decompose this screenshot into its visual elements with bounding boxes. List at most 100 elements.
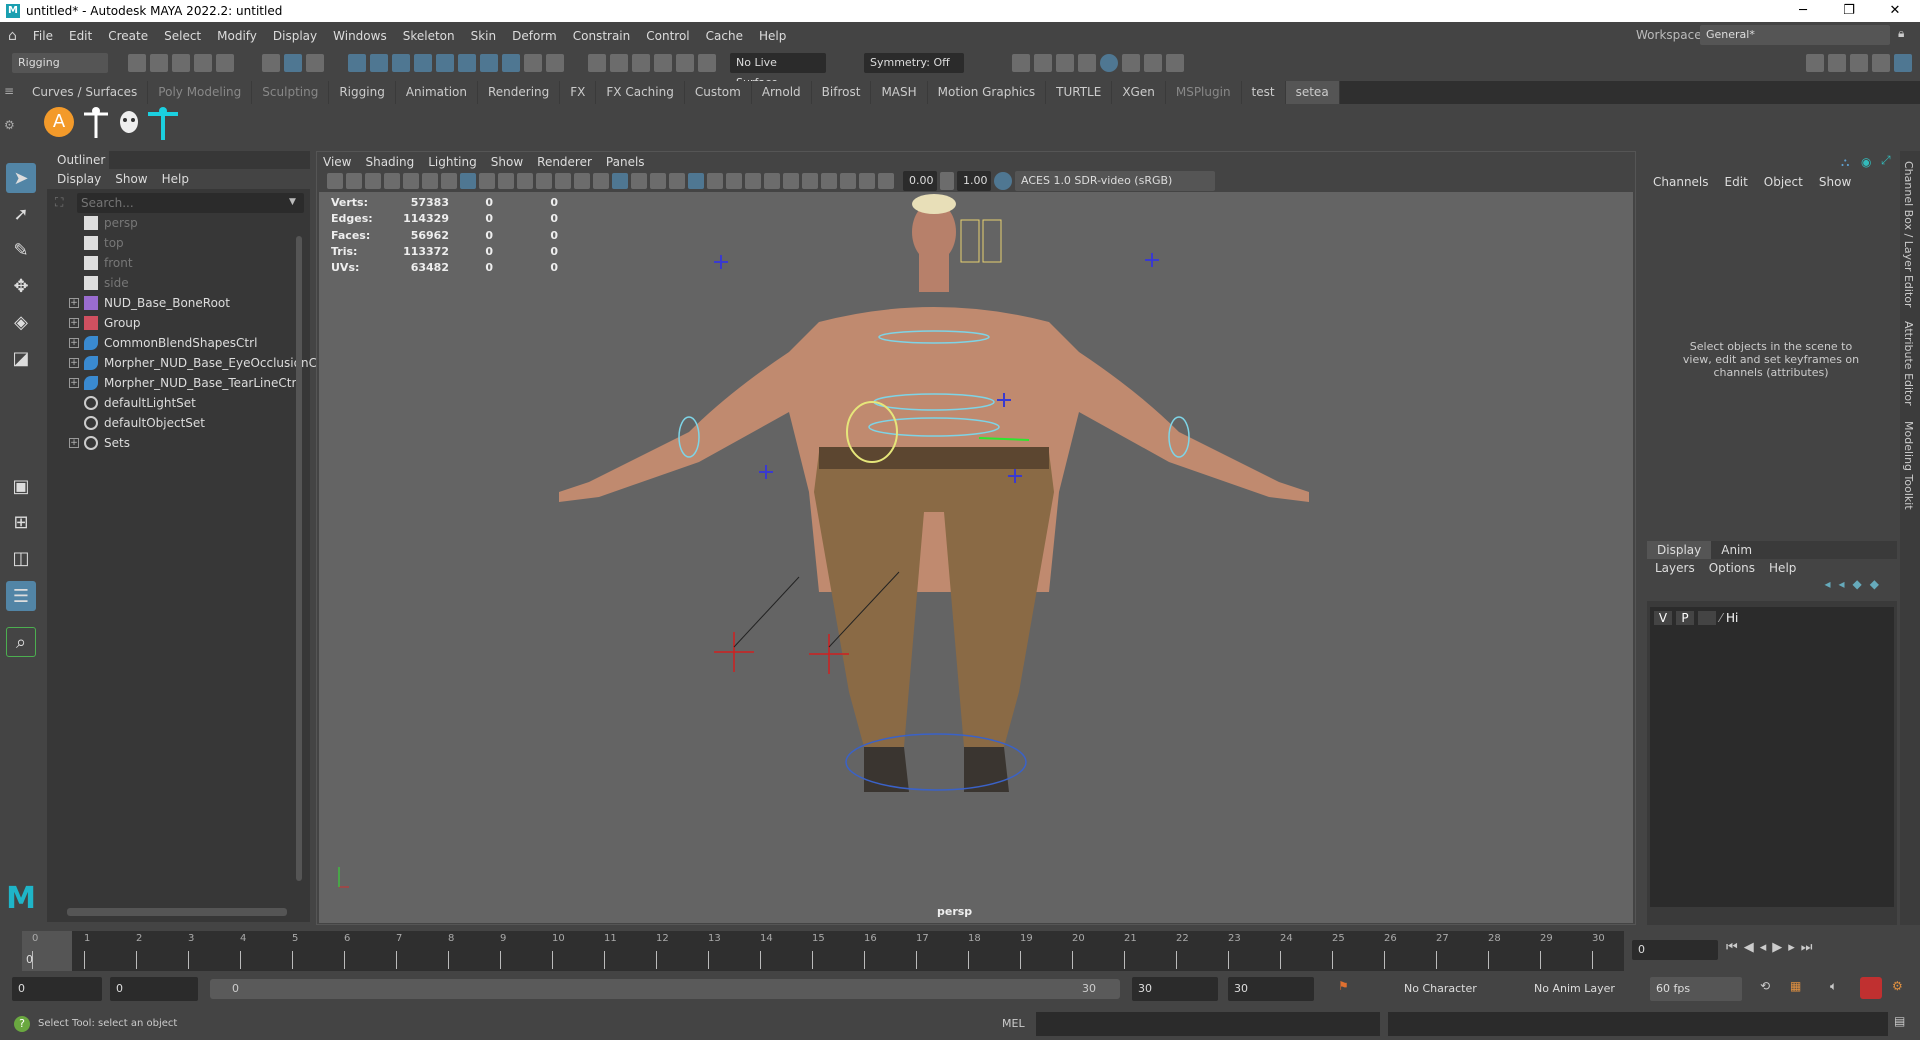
workspace-dropdown[interactable]: General* <box>1700 25 1890 45</box>
loop-icon[interactable]: ⟲ <box>1760 979 1770 993</box>
joint-icon[interactable] <box>146 106 180 140</box>
menu-select[interactable]: Select <box>156 29 209 43</box>
new-scene-icon[interactable] <box>128 54 146 72</box>
shelf-tab-poly-modeling[interactable]: Poly Modeling <box>148 81 253 104</box>
shelf-tab-custom[interactable]: Custom <box>684 81 752 104</box>
auto-key-icon[interactable]: ⚑ <box>1338 979 1349 993</box>
viewport-menu-renderer[interactable]: Renderer <box>537 154 592 170</box>
select-tool-icon[interactable]: ➤ <box>6 163 36 193</box>
move-tool-icon[interactable]: ✥ <box>6 271 36 301</box>
outliner-layout-icon[interactable]: ☰ <box>6 581 36 611</box>
open-scene-icon[interactable] <box>150 54 168 72</box>
wireframe-icon[interactable] <box>593 173 609 189</box>
viewport-menu-shading[interactable]: Shading <box>365 154 414 170</box>
expand-icon[interactable]: + <box>69 378 79 388</box>
home-icon[interactable]: ⌂ <box>8 28 17 44</box>
menuset-dropdown[interactable]: Rigging <box>12 53 108 73</box>
outliner-vertical-scrollbar[interactable] <box>296 236 302 881</box>
expand-icon[interactable]: + <box>69 318 79 328</box>
select-object-icon[interactable] <box>284 54 302 72</box>
color-management-toggle-icon[interactable] <box>994 172 1012 190</box>
preferences-icon[interactable]: ⚙ <box>1892 979 1903 993</box>
channel-box-icon[interactable] <box>1894 54 1912 72</box>
layer-tab-anim[interactable]: Anim <box>1711 541 1762 559</box>
snap-curve-icon[interactable] <box>370 54 388 72</box>
arnold-icon[interactable]: A <box>44 107 74 137</box>
shelf-tab-fx-caching[interactable]: FX Caching <box>596 81 685 104</box>
range-slider[interactable]: 0 30 <box>210 979 1120 999</box>
history-icon[interactable] <box>588 54 606 72</box>
shelf-settings-icon[interactable]: ⚙ <box>4 118 15 132</box>
menu-file[interactable]: File <box>25 29 61 43</box>
attribute-editor-icon[interactable] <box>1850 54 1868 72</box>
menu-deform[interactable]: Deform <box>504 29 565 43</box>
layer-type-toggle[interactable] <box>1698 611 1716 625</box>
menu-control[interactable]: Control <box>638 29 697 43</box>
human-ik-icon[interactable] <box>1828 54 1846 72</box>
shelf-tab-mash[interactable]: MASH <box>871 81 928 104</box>
side-tab-channel-box[interactable]: Channel Box / Layer Editor <box>1902 161 1915 308</box>
2d-pan-zoom-icon[interactable] <box>422 173 438 189</box>
anti-aliasing-icon[interactable] <box>745 173 761 189</box>
render-settings-icon[interactable] <box>1078 54 1096 72</box>
tool-settings-icon[interactable] <box>1872 54 1890 72</box>
shelf-tab-xgen[interactable]: XGen <box>1112 81 1166 104</box>
side-tab-attribute-editor[interactable]: Attribute Editor <box>1902 321 1915 406</box>
cache-icon[interactable]: ▦ <box>1790 979 1801 993</box>
paint-select-tool-icon[interactable]: ✎ <box>6 235 36 265</box>
menu-help[interactable]: Help <box>751 29 794 43</box>
menu-create[interactable]: Create <box>100 29 156 43</box>
save-scene-icon[interactable] <box>172 54 190 72</box>
field-chart-icon[interactable] <box>536 173 552 189</box>
shelf-tab-sculpting[interactable]: Sculpting <box>252 81 330 104</box>
bookmark-icon[interactable] <box>384 173 400 189</box>
skeleton-icon[interactable] <box>80 106 112 140</box>
time-editor-icon[interactable] <box>1860 977 1882 999</box>
render-current-icon[interactable] <box>1034 54 1052 72</box>
colorspace-dropdown[interactable]: ACES 1.0 SDR-video (sRGB) <box>1015 171 1215 191</box>
layer-buttons[interactable]: ◂◂◆◆ <box>1647 577 1897 601</box>
layer-help-menu[interactable]: Help <box>1769 561 1796 575</box>
lasso-tool-icon[interactable]: ➚ <box>6 199 36 229</box>
shadows-icon[interactable] <box>688 173 704 189</box>
channel-box-icon-3[interactable]: ⤢ <box>1881 153 1891 168</box>
smooth-shade-icon[interactable] <box>612 173 628 189</box>
expand-icon[interactable]: + <box>69 358 79 368</box>
minimize-button[interactable]: ─ <box>1780 0 1826 22</box>
script-editor-icon[interactable]: ▤ <box>1894 1014 1905 1028</box>
rotate-tool-icon[interactable]: ◈ <box>6 307 36 337</box>
output-ops-icon[interactable] <box>632 54 650 72</box>
camera-icon[interactable] <box>327 173 343 189</box>
modeling-toolkit-icon[interactable] <box>1806 54 1824 72</box>
scene-start-field[interactable]: 0 <box>12 977 102 1001</box>
command-input[interactable] <box>1036 1012 1380 1036</box>
current-frame-field[interactable]: 0 <box>1632 940 1718 960</box>
maximize-button[interactable]: ❐ <box>1826 0 1872 22</box>
options-menu[interactable]: Options <box>1709 561 1755 575</box>
outliner-menu-help[interactable]: Help <box>162 169 189 189</box>
anim-start-field[interactable]: 0 <box>110 977 198 1001</box>
symmetry-field[interactable]: Symmetry: Off <box>864 53 964 73</box>
shelf-tab-rendering[interactable]: Rendering <box>478 81 561 104</box>
viewport-3d-view[interactable]: Verts: 57383 0 0 Edges: 114329 0 0 Faces: 56962 0 0… <box>319 192 1633 923</box>
expand-icon[interactable]: + <box>69 438 79 448</box>
highlight-selection-icon[interactable] <box>546 54 564 72</box>
select-component-icon[interactable] <box>306 54 324 72</box>
snap-projected-icon[interactable] <box>414 54 432 72</box>
channel-box-icon-2[interactable]: ◉ <box>1861 155 1871 169</box>
film-gate-icon[interactable] <box>479 173 495 189</box>
viewport-menu-view[interactable]: View <box>323 154 351 170</box>
viewport-menu-panels[interactable]: Panels <box>606 154 645 170</box>
render-setup-icon[interactable] <box>1122 54 1140 72</box>
lock-icon[interactable]: 🔒︎ <box>1898 26 1904 41</box>
render-view-icon[interactable] <box>1012 54 1030 72</box>
four-view-icon[interactable]: ⊞ <box>6 507 36 537</box>
expand-icon[interactable]: + <box>69 298 79 308</box>
lock-selection-icon[interactable] <box>524 54 542 72</box>
shelf-tab-motion-graphics[interactable]: Motion Graphics <box>927 81 1047 104</box>
magnet-icon[interactable] <box>676 54 694 72</box>
scene-end-field[interactable]: 30 <box>1228 977 1314 1001</box>
depth-of-field-icon[interactable] <box>764 173 780 189</box>
channel-box-icon-1[interactable]: ⛬ <box>1841 155 1849 170</box>
fps-dropdown[interactable]: 60 fps <box>1650 977 1742 1001</box>
